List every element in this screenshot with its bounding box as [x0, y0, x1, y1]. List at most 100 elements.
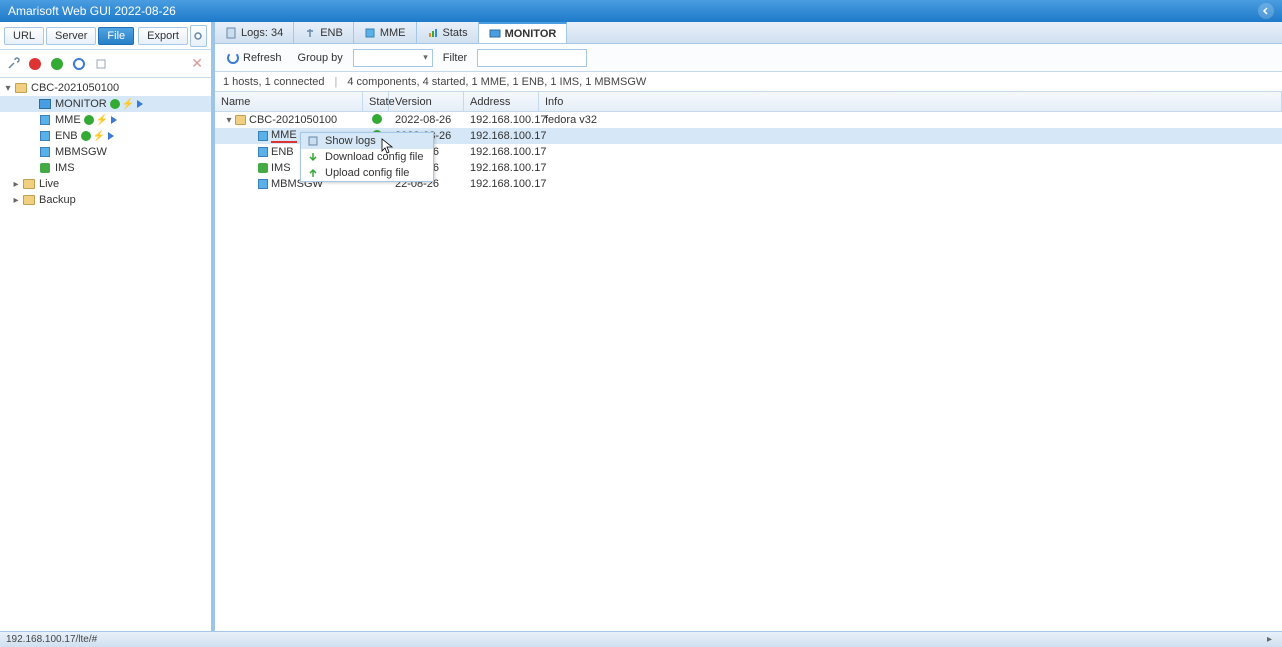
- monitor-icon: [38, 98, 52, 110]
- tab-logs[interactable]: Logs: 34: [215, 22, 294, 43]
- app-title: Amarisoft Web GUI 2022-08-26: [8, 4, 176, 18]
- url-button[interactable]: URL: [4, 27, 44, 45]
- chevron-right-icon[interactable]: ▸: [10, 179, 22, 190]
- tree-live-label: Live: [39, 178, 59, 190]
- folder-icon: [22, 194, 36, 206]
- tab-monitor[interactable]: MONITOR: [479, 22, 568, 43]
- grid-header: Name State Version Address Info: [215, 92, 1282, 112]
- upload-icon: [307, 167, 319, 179]
- chevron-right-icon[interactable]: ▸: [10, 195, 22, 206]
- tree-mbmsgw-label: MBMSGW: [55, 146, 107, 158]
- row-address: 192.168.100.17: [464, 146, 539, 158]
- chevron-right-icon[interactable]: ▸: [1267, 634, 1276, 645]
- groupby-combo[interactable]: ▾: [353, 49, 433, 67]
- row-address: 192.168.100.17: [464, 162, 539, 174]
- left-toolbar-1: URL Server File Export: [0, 22, 211, 50]
- bolt-icon: ⚡: [93, 131, 105, 142]
- status-ok-icon: [84, 115, 94, 125]
- row-address: 192.168.100.17: [464, 130, 539, 142]
- play-icon: [137, 100, 143, 108]
- col-address[interactable]: Address: [464, 92, 539, 111]
- table-row[interactable]: ▾CBC-20210501002022-08-26192.168.100.17f…: [215, 112, 1282, 128]
- statusbar-text: 192.168.100.17/lte/#: [6, 634, 97, 645]
- filter-label: Filter: [443, 52, 467, 64]
- chevron-down-icon[interactable]: ▾: [2, 83, 14, 94]
- close-icon[interactable]: ✕: [187, 55, 207, 72]
- separator: |: [335, 76, 338, 88]
- left-toolbar-2: ✕: [0, 50, 211, 78]
- tree-mme-label: MME: [55, 114, 81, 126]
- tree-enb[interactable]: ENB ⚡: [0, 128, 211, 144]
- col-state[interactable]: State: [363, 92, 389, 111]
- status-hosts: 1 hosts, 1 connected: [223, 76, 325, 88]
- grid-body: ▾CBC-20210501002022-08-26192.168.100.17f…: [215, 112, 1282, 631]
- tab-logs-label: Logs: 34: [241, 27, 283, 39]
- row-name-label: IMS: [271, 162, 291, 174]
- app-header: Amarisoft Web GUI 2022-08-26: [0, 0, 1282, 22]
- settings-icon[interactable]: [190, 25, 207, 47]
- comp-icon: [257, 131, 268, 142]
- ctx-download[interactable]: Download config file: [301, 149, 433, 165]
- bolt-icon: ⚡: [122, 99, 134, 110]
- status-ok-icon: [110, 99, 120, 109]
- config-icon[interactable]: [92, 55, 110, 73]
- row-version: 2022-08-26: [389, 114, 464, 126]
- tab-bar: Logs: 34 ENB MME Stats MONITOR: [215, 22, 1282, 44]
- tab-enb[interactable]: ENB: [294, 22, 354, 43]
- comp-icon: [38, 130, 52, 142]
- stop-icon[interactable]: [26, 55, 44, 73]
- refresh-icon: [227, 52, 239, 64]
- refresh-button[interactable]: Refresh: [221, 50, 288, 66]
- row-info: fedora v32: [539, 114, 1282, 126]
- tree-enb-label: ENB: [55, 130, 78, 142]
- logs-icon: [225, 27, 237, 39]
- col-info[interactable]: Info: [539, 92, 1282, 111]
- ctx-upload-label: Upload config file: [325, 167, 409, 179]
- tab-stats[interactable]: Stats: [417, 22, 479, 43]
- tree-ims-label: IMS: [55, 162, 75, 174]
- chart-icon: [427, 27, 439, 39]
- right-pane: Logs: 34 ENB MME Stats MONITOR: [215, 22, 1282, 631]
- phone-icon: [38, 162, 52, 174]
- export-button[interactable]: Export: [138, 27, 188, 45]
- status-line: 1 hosts, 1 connected | 4 components, 4 s…: [215, 72, 1282, 92]
- right-toolbar: Refresh Group by ▾ Filter: [215, 44, 1282, 72]
- status-components: 4 components, 4 started, 1 MME, 1 ENB, 1…: [347, 76, 646, 88]
- status-bar: 192.168.100.17/lte/# ▸: [0, 631, 1282, 647]
- col-version[interactable]: Version: [389, 92, 464, 111]
- status-ok-icon: [81, 131, 91, 141]
- tree-root[interactable]: ▾ CBC-2021050100: [0, 80, 211, 96]
- comp-icon: [38, 146, 52, 158]
- ctx-download-label: Download config file: [325, 151, 423, 163]
- server-button[interactable]: Server: [46, 27, 96, 45]
- folder-icon: [235, 115, 246, 126]
- ctx-upload[interactable]: Upload config file: [301, 165, 433, 181]
- chevron-down-icon: ▾: [423, 52, 428, 63]
- filter-input[interactable]: [477, 49, 587, 67]
- row-address: 192.168.100.17: [464, 178, 539, 190]
- tree-mme[interactable]: MME ⚡: [0, 112, 211, 128]
- start-icon[interactable]: [48, 55, 66, 73]
- row-name-label: MME: [271, 129, 297, 143]
- tree-live[interactable]: ▸ Live: [0, 176, 211, 192]
- tree-backup-label: Backup: [39, 194, 76, 206]
- refresh-all-icon[interactable]: [70, 55, 88, 73]
- tab-mme[interactable]: MME: [354, 22, 417, 43]
- chevron-down-icon[interactable]: ▾: [223, 115, 235, 126]
- wrench-icon[interactable]: [4, 55, 22, 73]
- file-button[interactable]: File: [98, 27, 134, 45]
- col-name[interactable]: Name: [215, 92, 363, 111]
- download-icon: [307, 151, 319, 163]
- tree-backup[interactable]: ▸ Backup: [0, 192, 211, 208]
- tree-root-label: CBC-2021050100: [31, 82, 119, 94]
- comp-icon: [257, 179, 268, 190]
- ctx-show-logs[interactable]: Show logs: [301, 133, 433, 149]
- folder-icon: [22, 178, 36, 190]
- collapse-icon[interactable]: [1258, 3, 1274, 19]
- row-name-label: CBC-2021050100: [249, 114, 337, 126]
- tree-monitor-label: MONITOR: [55, 98, 107, 110]
- tree-mbmsgw[interactable]: MBMSGW: [0, 144, 211, 160]
- tree-ims[interactable]: IMS: [0, 160, 211, 176]
- tree-monitor[interactable]: MONITOR ⚡: [0, 96, 211, 112]
- ctx-show-logs-label: Show logs: [325, 135, 376, 147]
